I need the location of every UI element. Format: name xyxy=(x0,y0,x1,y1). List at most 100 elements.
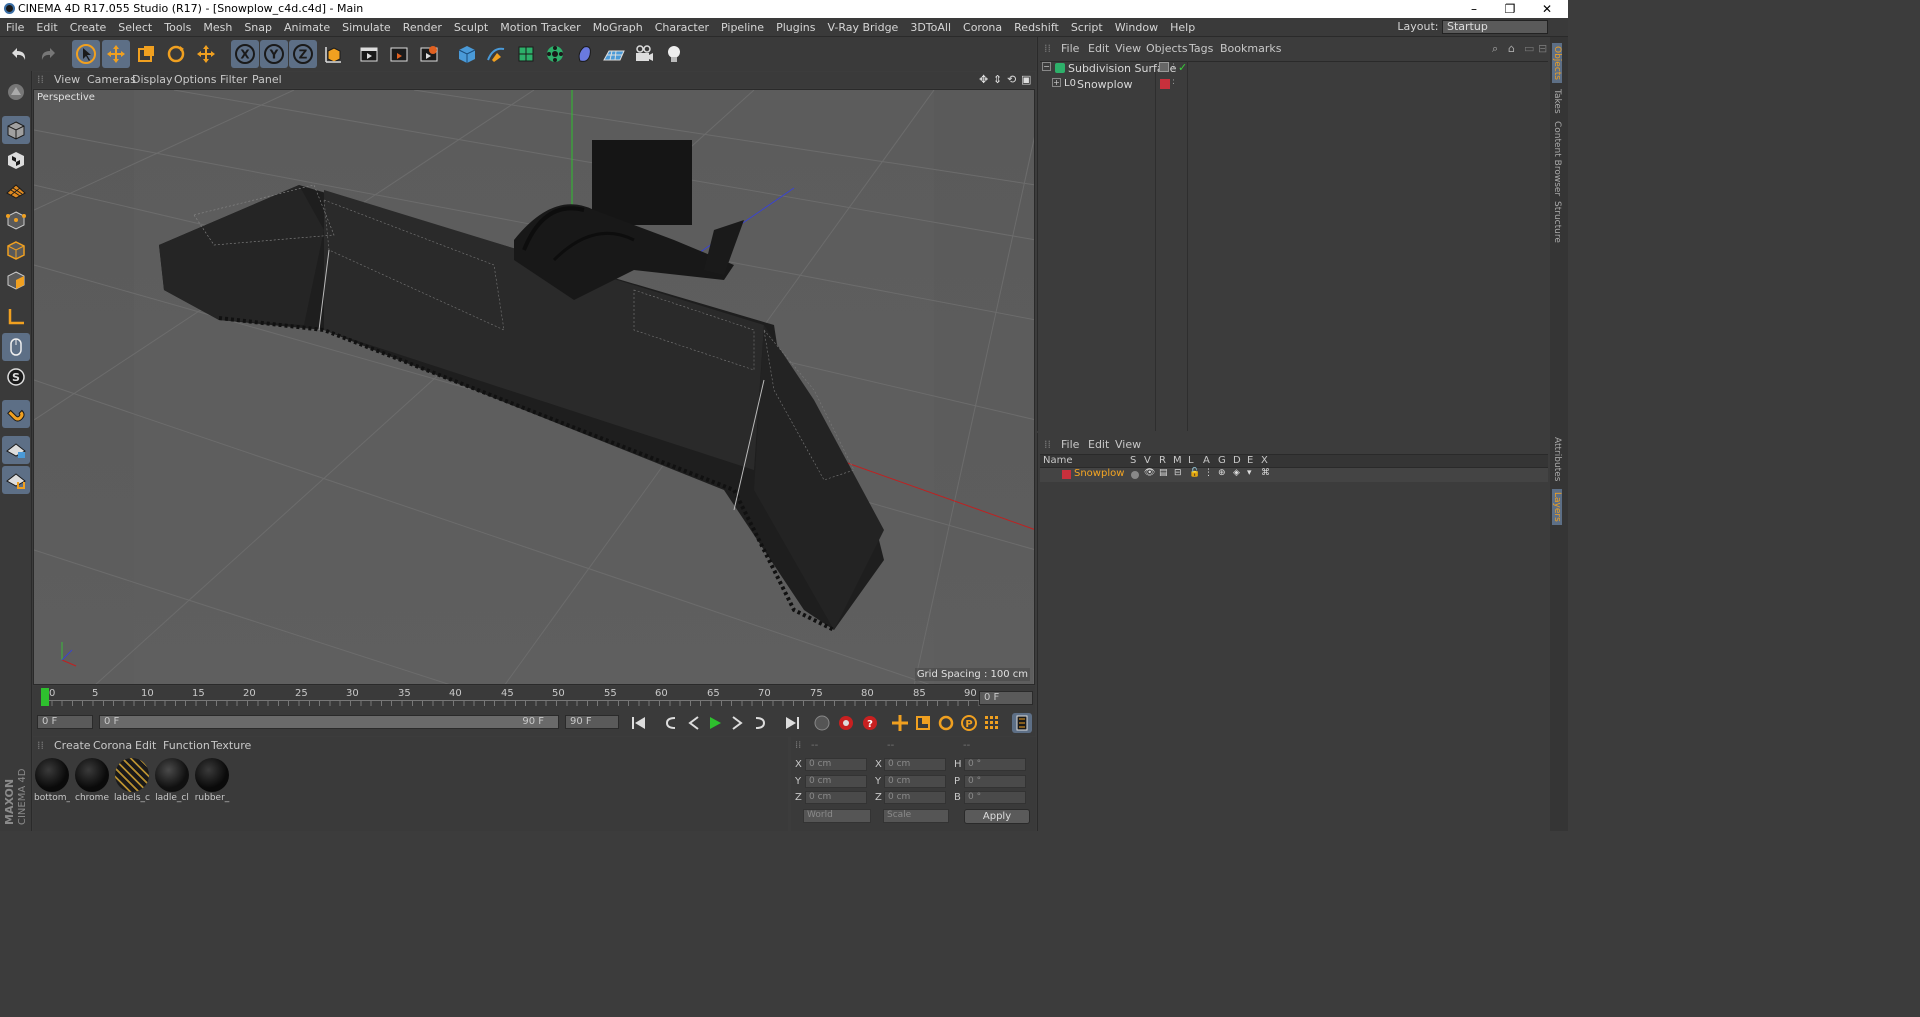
size-mode-dropdown[interactable]: Scale xyxy=(883,809,949,823)
size-x-field[interactable]: 0 cm xyxy=(884,758,946,771)
layer-menu-edit[interactable]: Edit xyxy=(1088,438,1109,451)
play-icon[interactable] xyxy=(705,713,725,733)
viewport-pan-icon[interactable]: ✥ xyxy=(979,73,988,86)
render-picture-viewer-icon[interactable] xyxy=(385,40,413,68)
layer-animation-icon[interactable]: ⋮ xyxy=(1204,468,1213,478)
render-view-icon[interactable] xyxy=(355,40,383,68)
goto-end-icon[interactable] xyxy=(782,713,802,733)
menu-vray-bridge[interactable]: V-Ray Bridge xyxy=(821,18,904,37)
undo-icon[interactable] xyxy=(5,40,33,68)
layer-solo-icon[interactable] xyxy=(1131,471,1139,479)
size-y-field[interactable]: 0 cm xyxy=(884,775,946,788)
axis-mode-icon[interactable] xyxy=(2,303,30,331)
layout-dropdown[interactable]: Startup xyxy=(1442,20,1548,34)
object-search-icon[interactable]: ⌕ xyxy=(1492,42,1498,56)
size-z-field[interactable]: 0 cm xyxy=(884,791,946,804)
layer-menu-file[interactable]: File xyxy=(1061,438,1079,451)
layer-generator-icon[interactable]: ⊕ xyxy=(1218,468,1226,478)
render-settings-icon[interactable] xyxy=(415,40,443,68)
make-editable-icon[interactable] xyxy=(2,78,30,106)
pen-spline-icon[interactable] xyxy=(482,40,510,68)
next-frame-icon[interactable] xyxy=(727,713,747,733)
material-menu-corona[interactable]: Corona xyxy=(93,739,132,752)
menu-file[interactable]: File xyxy=(0,18,30,37)
move-icon[interactable] xyxy=(102,40,130,68)
material-swatch[interactable] xyxy=(35,758,69,792)
snap-magnet-icon[interactable] xyxy=(2,400,30,428)
menu-help[interactable]: Help xyxy=(1164,18,1201,37)
subdivision-surface-icon[interactable] xyxy=(512,40,540,68)
key-parameter-icon[interactable]: P xyxy=(959,713,979,733)
layer-lock-icon[interactable]: 🔓 xyxy=(1189,468,1200,478)
rotation-b-field[interactable]: 0 ° xyxy=(964,791,1026,804)
visibility-dots-icon[interactable]: : xyxy=(1172,61,1175,71)
material-swatch[interactable] xyxy=(155,758,189,792)
menu-animate[interactable]: Animate xyxy=(278,18,336,37)
current-frame-field[interactable]: 0 F xyxy=(979,691,1033,705)
menu-script[interactable]: Script xyxy=(1065,18,1109,37)
layer-view-eye-icon[interactable]: 👁 xyxy=(1144,468,1155,478)
object-manager-lock-icon[interactable]: ⊟ xyxy=(1538,42,1547,55)
viewport-menu-options[interactable]: Options xyxy=(174,73,216,86)
menu-sculpt[interactable]: Sculpt xyxy=(448,18,494,37)
position-x-field[interactable]: 0 cm xyxy=(805,758,867,771)
tab-layers[interactable]: Layers xyxy=(1552,489,1562,525)
y-axis-lock-icon[interactable]: Y xyxy=(260,40,288,68)
menu-tools[interactable]: Tools xyxy=(158,18,197,37)
redo-icon[interactable] xyxy=(34,40,62,68)
enabled-check-icon[interactable]: ✓ xyxy=(1178,61,1187,74)
viewport-zoom-icon[interactable]: ⇕ xyxy=(993,73,1002,86)
expand-toggle-icon[interactable]: + xyxy=(1052,78,1061,87)
polygons-mode-icon[interactable] xyxy=(2,266,30,294)
light-icon[interactable] xyxy=(660,40,688,68)
menu-corona[interactable]: Corona xyxy=(957,18,1008,37)
select-arrow-icon[interactable] xyxy=(72,40,100,68)
tab-takes[interactable]: Takes xyxy=(1552,89,1562,114)
material-menu-texture[interactable]: Texture xyxy=(211,739,251,752)
viewport-menu-filter[interactable]: Filter xyxy=(220,73,247,86)
layer-manager-icon[interactable]: ⊟ xyxy=(1174,468,1182,478)
viewport-rotate-icon[interactable]: ⟲ xyxy=(1007,73,1016,86)
solo-mode-icon[interactable]: S xyxy=(2,363,30,391)
layer-menu-view[interactable]: View xyxy=(1115,438,1141,451)
record-keys-icon[interactable] xyxy=(812,713,832,733)
start-frame-field[interactable]: 0 F xyxy=(37,715,93,729)
tab-attributes[interactable]: Attributes xyxy=(1552,437,1562,481)
coordinate-system-dropdown[interactable]: World xyxy=(803,809,871,823)
timeline-playhead[interactable] xyxy=(41,688,49,706)
menu-select[interactable]: Select xyxy=(112,18,158,37)
menu-edit[interactable]: Edit xyxy=(30,18,63,37)
layer-xref-icon[interactable]: ⌘ xyxy=(1261,468,1270,478)
menu-snap[interactable]: Snap xyxy=(238,18,278,37)
timeline-window-icon[interactable] xyxy=(1012,713,1032,733)
tab-structure[interactable]: Structure xyxy=(1552,201,1562,243)
tweak-mode-icon[interactable] xyxy=(2,333,30,361)
menu-window[interactable]: Window xyxy=(1109,18,1164,37)
apply-button[interactable]: Apply xyxy=(964,809,1030,824)
viewport-menu-cameras[interactable]: Cameras xyxy=(87,73,136,86)
material-menu-edit[interactable]: Edit xyxy=(135,739,156,752)
menu-render[interactable]: Render xyxy=(397,18,448,37)
viewport-menu-display[interactable]: Display xyxy=(132,73,173,86)
rotation-p-field[interactable]: 0 ° xyxy=(964,775,1026,788)
end-frame-field[interactable]: 90 F xyxy=(565,715,619,729)
x-axis-lock-icon[interactable]: X xyxy=(231,40,259,68)
coordinate-system-icon[interactable] xyxy=(320,40,348,68)
object-name[interactable]: Snowplow xyxy=(1077,78,1132,91)
object-home-icon[interactable]: ⌂ xyxy=(1508,42,1515,55)
layer-name[interactable]: Snowplow xyxy=(1074,468,1124,479)
layer-expression-icon[interactable]: ▾ xyxy=(1247,468,1252,478)
floor-environment-icon[interactable] xyxy=(600,40,628,68)
key-pla-icon[interactable] xyxy=(982,713,1002,733)
restore-button[interactable]: ❐ xyxy=(1492,0,1528,18)
layer-color-icon[interactable] xyxy=(1159,62,1169,72)
workplane-snap-icon[interactable] xyxy=(2,466,30,494)
menu-character[interactable]: Character xyxy=(649,18,715,37)
keyframe-selection-icon[interactable]: ? xyxy=(860,713,880,733)
menu-motion-tracker[interactable]: Motion Tracker xyxy=(494,18,586,37)
key-position-icon[interactable] xyxy=(890,713,910,733)
object-menu-view[interactable]: View xyxy=(1115,42,1141,55)
deformer-icon[interactable] xyxy=(571,40,599,68)
object-row-subdivision-surface[interactable]: − Subdivision Surface : ✓ xyxy=(1040,61,1546,77)
model-mode-icon[interactable] xyxy=(2,116,30,144)
